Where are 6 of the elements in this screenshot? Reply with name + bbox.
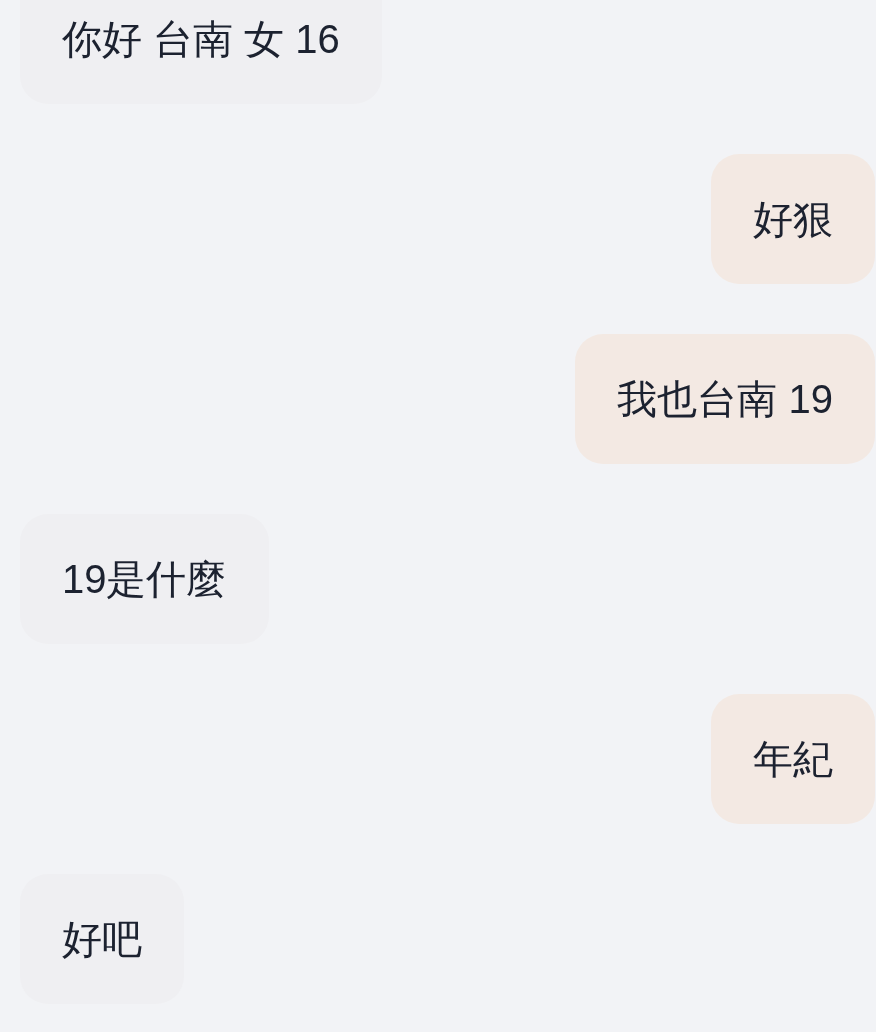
- message-bubble: 我也台南 19: [575, 334, 875, 464]
- message-bubble: 好吧: [20, 874, 184, 1004]
- message-bubble: 19是什麼: [20, 514, 269, 644]
- message-bubble: 好狠: [711, 154, 875, 284]
- message-bubble: 年紀: [711, 694, 875, 824]
- message-bubble: 你好 台南 女 16: [20, 0, 382, 104]
